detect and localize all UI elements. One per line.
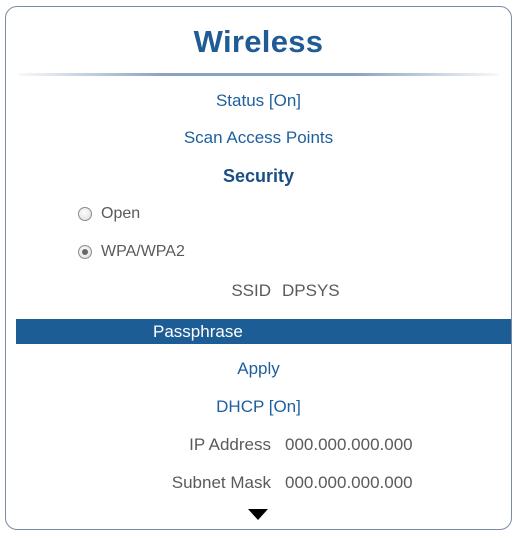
subnet-mask-label: Subnet Mask xyxy=(171,473,271,492)
page-title: Wireless xyxy=(193,24,324,59)
security-option-open[interactable]: Open xyxy=(78,200,140,228)
ip-address-row[interactable]: IP Address 000.000.000.000 xyxy=(6,431,511,459)
status-menu-item[interactable]: Status [On] xyxy=(6,87,511,115)
apply-menu-item[interactable]: Apply xyxy=(6,355,511,383)
title-divider xyxy=(18,73,499,76)
ssid-label: SSID xyxy=(231,281,271,300)
down-arrow-icon[interactable] xyxy=(248,509,268,520)
wireless-menu-panel: Wireless Status [On] Scan Access Points … xyxy=(5,6,512,530)
passphrase-menu-item[interactable]: Passphrase xyxy=(16,319,511,344)
security-option-wpa[interactable]: WPA/WPA2 xyxy=(78,238,185,266)
security-option-label: Open xyxy=(101,205,141,222)
ip-address-label: IP Address xyxy=(189,435,271,454)
ip-address-value: 000.000.000.000 xyxy=(285,435,413,454)
dhcp-menu-item[interactable]: DHCP [On] xyxy=(6,393,511,421)
subnet-mask-value: 000.000.000.000 xyxy=(285,473,413,492)
ssid-row[interactable]: SSID DPSYS xyxy=(6,277,511,305)
radio-checked-icon[interactable] xyxy=(78,245,92,259)
passphrase-label: Passphrase xyxy=(153,322,243,341)
ssid-value: DPSYS xyxy=(282,281,340,300)
subnet-mask-row[interactable]: Subnet Mask 000.000.000.000 xyxy=(6,469,511,497)
security-option-label: WPA/WPA2 xyxy=(101,243,185,260)
security-heading: Security xyxy=(222,166,295,186)
scan-access-points-menu-item[interactable]: Scan Access Points xyxy=(6,124,511,152)
radio-unchecked-icon[interactable] xyxy=(78,207,92,221)
